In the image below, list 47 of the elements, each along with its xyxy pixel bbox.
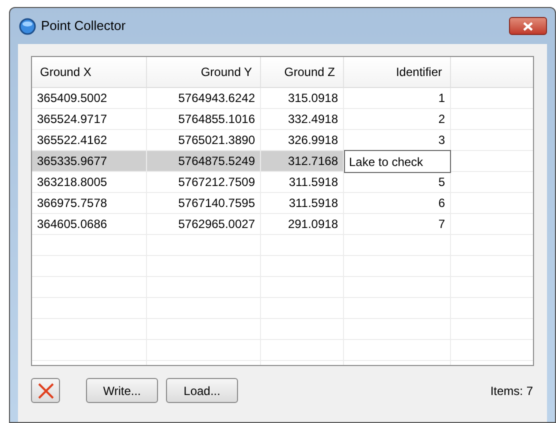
column-header[interactable]: Identifier [396,63,442,81]
table-row[interactable]: 366975.7578 5767140.7595 311.5918 6 [32,193,533,214]
table-cell: 5764943.6242 [147,88,261,109]
table-cell: 311.5918 [261,193,344,214]
delete-icon [38,382,54,398]
table-cell: 366975.7578 [32,193,147,214]
column-header[interactable]: Ground Y [200,63,252,81]
table-cell: 311.5918 [261,172,344,193]
action-button[interactable]: Write... [86,378,158,403]
table-cell: 363218.8005 [32,172,147,193]
column-header[interactable]: Ground X [40,63,92,81]
table-cell: 365409.5002 [32,88,147,109]
globe-icon [19,18,36,34]
table-cell: 364605.0686 [32,214,147,235]
items-count: Items: 7 [490,383,533,400]
table-cell: 5764855.1016 [147,109,261,130]
close-button[interactable] [509,17,547,35]
table-row[interactable]: 365335.9677 5764875.5249 312.7168 Lake to check [32,151,533,172]
table-cell: 365335.9677 [32,151,147,172]
table-cell: 326.9918 [261,130,344,151]
table-cell: 5767140.7595 [147,193,261,214]
table-cell: 5764875.5249 [147,151,261,172]
table-row[interactable]: 363218.8005 5767212.7509 311.5918 5 [32,172,533,193]
table-row[interactable]: 365409.5002 5764943.6242 315.0918 1 [32,88,533,109]
table-row[interactable]: 365522.4162 5765021.3890 326.9918 3 [32,130,533,151]
table-cell: 291.0918 [261,214,344,235]
table-cell: 312.7168 [261,151,344,172]
table-cell: 5 [344,172,451,193]
table-cell: 6 [344,193,451,214]
column-header[interactable]: Ground Z [284,63,335,81]
table-row[interactable]: 365524.9717 5764855.1016 332.4918 2 [32,109,533,130]
table-cell: 1 [344,88,451,109]
table-cell: 2 [344,109,451,130]
table-cell: 7 [344,214,451,235]
table-cell: 5767212.7509 [147,172,261,193]
identifier-input[interactable]: Lake to check [344,150,451,173]
close-icon [523,22,533,30]
action-button[interactable]: Load... [166,378,238,403]
table-cell: 315.0918 [261,88,344,109]
delete-button[interactable] [31,378,60,403]
table-cell: 5762965.0027 [147,214,261,235]
table-cell: 5765021.3890 [147,130,261,151]
table-row[interactable]: 364605.0686 5762965.0027 291.0918 7 [32,214,533,235]
table-cell: 365522.4162 [32,130,147,151]
table-cell: 365524.9717 [32,109,147,130]
table-cell: 332.4918 [261,109,344,130]
window-title: Point Collector [41,17,126,36]
